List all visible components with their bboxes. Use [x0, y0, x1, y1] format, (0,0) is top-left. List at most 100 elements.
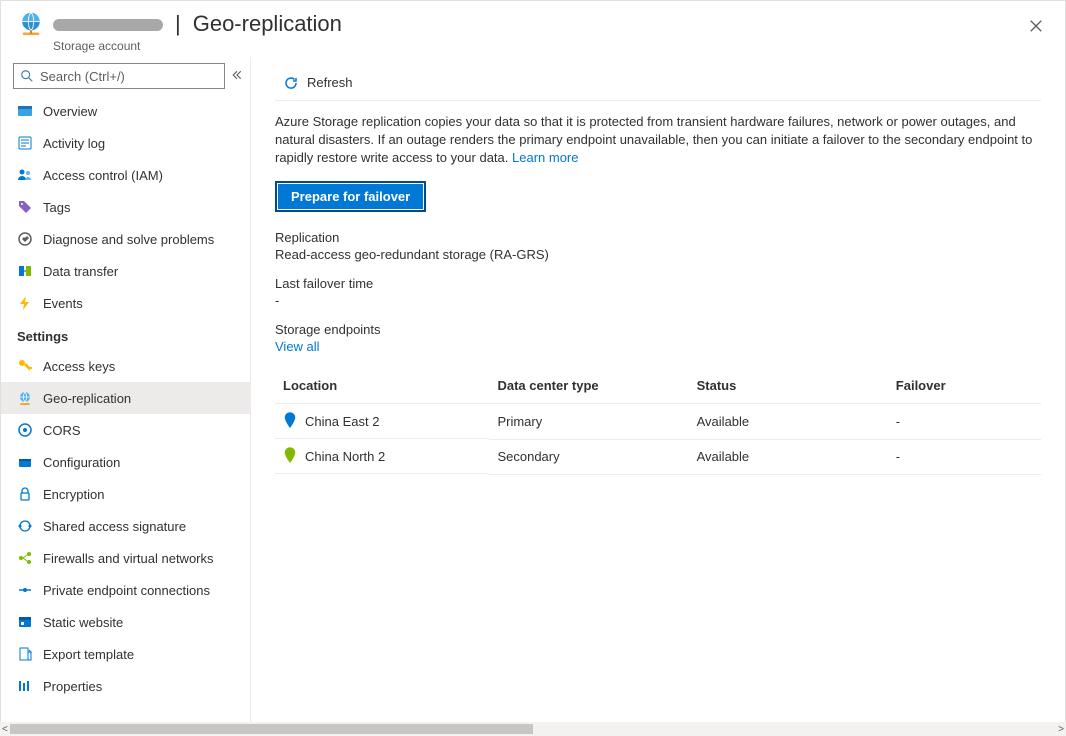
sidebar-item-firewalls[interactable]: Firewalls and virtual networks [1, 542, 250, 574]
sidebar-item-label: Configuration [43, 455, 120, 470]
sidebar-item-properties[interactable]: Properties [1, 670, 250, 702]
account-name-redacted [53, 19, 163, 31]
sidebar-item-label: Diagnose and solve problems [43, 232, 214, 247]
sidebar-item-static-website[interactable]: Static website [1, 606, 250, 638]
last-failover-value: - [275, 293, 1041, 308]
close-icon [1029, 19, 1043, 33]
sidebar-item-events[interactable]: Events [1, 287, 250, 319]
scroll-right-arrow-icon[interactable]: > [1058, 724, 1064, 735]
scrollbar-track[interactable] [10, 724, 1056, 734]
cell-location: China North 2 [305, 449, 385, 464]
sidebar-item-label: Shared access signature [43, 519, 186, 534]
blade-header: | Geo-replication Storage account [1, 1, 1065, 57]
close-button[interactable] [1025, 13, 1047, 42]
title-divider: | [175, 11, 181, 37]
sidebar-item-access-control[interactable]: Access control (IAM) [1, 159, 250, 191]
sidebar-item-label: CORS [43, 423, 81, 438]
search-icon [20, 69, 34, 83]
main-content: Refresh Azure Storage replication copies… [251, 57, 1065, 735]
search-box[interactable] [13, 63, 225, 89]
activity-log-icon [17, 135, 33, 151]
location-pin-icon [283, 412, 297, 430]
sidebar-item-private-endpoint[interactable]: Private endpoint connections [1, 574, 250, 606]
sidebar-item-label: Export template [43, 647, 134, 662]
horizontal-scrollbar[interactable]: < > [0, 722, 1066, 736]
globe-icon [17, 390, 33, 406]
sidebar-item-overview[interactable]: Overview [1, 95, 250, 127]
sidebar-item-access-keys[interactable]: Access keys [1, 350, 250, 382]
diagnose-icon [17, 231, 33, 247]
sidebar-item-tags[interactable]: Tags [1, 191, 250, 223]
sidebar-item-diagnose[interactable]: Diagnose and solve problems [1, 223, 250, 255]
sas-icon [17, 518, 33, 534]
cell-status: Available [697, 449, 750, 464]
sidebar-item-label: Properties [43, 679, 102, 694]
page-subtitle: Storage account [53, 39, 342, 53]
sidebar-nav: Overview Activity log Access control (IA… [1, 95, 250, 735]
sidebar-item-label: Access control (IAM) [43, 168, 163, 183]
intro-text: Azure Storage replication copies your da… [275, 114, 1032, 165]
private-endpoint-icon [17, 582, 33, 598]
data-transfer-icon [17, 263, 33, 279]
lock-icon [17, 486, 33, 502]
sidebar-item-label: Data transfer [43, 264, 118, 279]
table-row: China East 2 Primary Available - [275, 404, 1041, 440]
access-control-icon [17, 167, 33, 183]
storage-endpoints-field: Storage endpoints View all [275, 322, 1041, 354]
sidebar-group-settings: Settings [1, 319, 250, 350]
export-template-icon [17, 646, 33, 662]
sidebar-item-activity-log[interactable]: Activity log [1, 127, 250, 159]
sidebar-item-export-template[interactable]: Export template [1, 638, 250, 670]
scrollbar-thumb[interactable] [10, 724, 533, 734]
sidebar-item-geo-replication[interactable]: Geo-replication [1, 382, 250, 414]
page-title: Geo-replication [193, 11, 342, 37]
col-dctype: Data center type [497, 378, 598, 393]
sidebar-item-label: Encryption [43, 487, 104, 502]
firewall-icon [17, 550, 33, 566]
prepare-for-failover-button[interactable]: Prepare for failover [275, 181, 426, 212]
cell-dctype: Secondary [497, 449, 559, 464]
col-status: Status [697, 378, 737, 393]
col-failover: Failover [896, 378, 946, 393]
endpoints-table: Location Data center type Status Failove… [275, 368, 1041, 475]
search-input[interactable] [34, 68, 218, 85]
configuration-icon [17, 454, 33, 470]
sidebar-item-label: Private endpoint connections [43, 583, 210, 598]
location-pin-icon [283, 447, 297, 465]
overview-icon [17, 103, 33, 119]
cell-dctype: Primary [497, 414, 542, 429]
cell-failover: - [896, 449, 900, 464]
view-all-link[interactable]: View all [275, 339, 1041, 354]
cell-failover: - [896, 414, 900, 429]
cell-location: China East 2 [305, 414, 379, 429]
key-icon [17, 358, 33, 374]
sidebar-item-data-transfer[interactable]: Data transfer [1, 255, 250, 287]
last-failover-label: Last failover time [275, 276, 1041, 291]
sidebar-item-encryption[interactable]: Encryption [1, 478, 250, 510]
scroll-left-arrow-icon[interactable]: < [2, 724, 8, 735]
sidebar-item-label: Static website [43, 615, 123, 630]
static-website-icon [17, 614, 33, 630]
learn-more-link[interactable]: Learn more [512, 150, 578, 165]
collapse-sidebar-button[interactable] [231, 69, 243, 84]
chevron-double-left-icon [231, 69, 243, 81]
table-row: China North 2 Secondary Available - [275, 439, 1041, 474]
sidebar-item-configuration[interactable]: Configuration [1, 446, 250, 478]
refresh-icon [283, 75, 299, 91]
sidebar-item-label: Geo-replication [43, 391, 131, 406]
tags-icon [17, 199, 33, 215]
refresh-button[interactable]: Refresh [275, 71, 361, 95]
storage-globe-icon [17, 11, 45, 39]
sidebar-item-sas[interactable]: Shared access signature [1, 510, 250, 542]
refresh-label: Refresh [307, 75, 353, 90]
cors-icon [17, 422, 33, 438]
sidebar-item-cors[interactable]: CORS [1, 414, 250, 446]
properties-icon [17, 678, 33, 694]
storage-endpoints-label: Storage endpoints [275, 322, 1041, 337]
replication-value: Read-access geo-redundant storage (RA-GR… [275, 247, 1041, 262]
cell-status: Available [697, 414, 750, 429]
table-header-row: Location Data center type Status Failove… [275, 368, 1041, 404]
sidebar: Overview Activity log Access control (IA… [1, 57, 251, 735]
intro-text-block: Azure Storage replication copies your da… [275, 113, 1041, 167]
sidebar-item-label: Access keys [43, 359, 115, 374]
